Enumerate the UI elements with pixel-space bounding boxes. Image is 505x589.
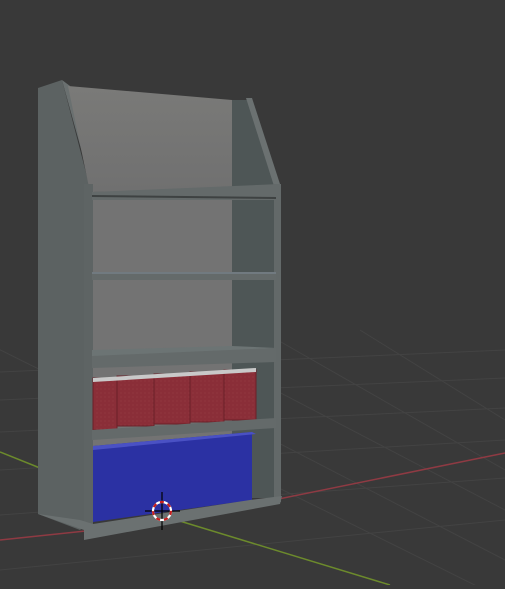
- viewport-canvas[interactable]: [0, 0, 505, 589]
- 3d-viewport[interactable]: [0, 0, 505, 589]
- book: [153, 373, 191, 425]
- back-panel: [68, 86, 232, 192]
- book: [116, 375, 155, 427]
- right-front-post: [274, 184, 281, 502]
- left-front-post: [84, 184, 93, 530]
- book: [223, 369, 257, 421]
- book: [92, 377, 118, 431]
- bookshelf-model[interactable]: [38, 80, 282, 540]
- book: [189, 371, 225, 423]
